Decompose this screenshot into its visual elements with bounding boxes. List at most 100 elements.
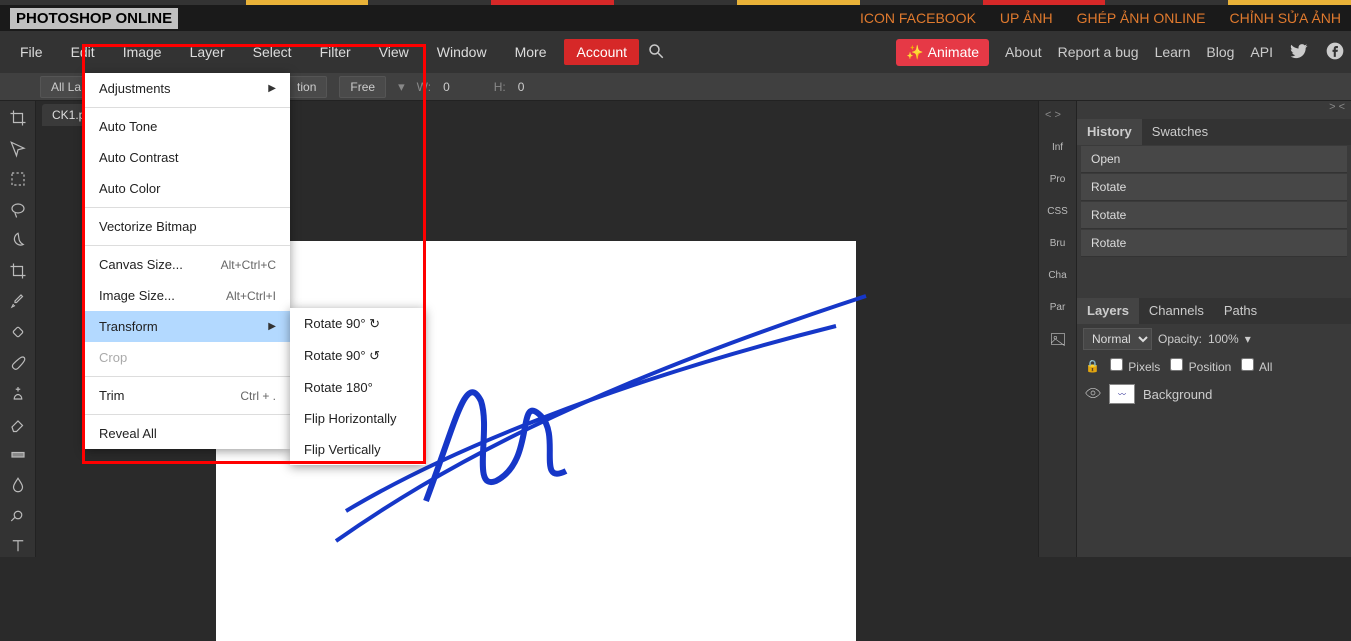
tab-channels[interactable]: Channels xyxy=(1139,298,1214,324)
move-tool-icon[interactable] xyxy=(4,138,32,161)
header-links: ICON FACEBOOK UP ẢNH GHÉP ẢNH ONLINE CHỈ… xyxy=(860,10,1341,26)
w-value[interactable]: 0 xyxy=(443,80,450,94)
rail-nav-left[interactable]: < > xyxy=(1045,109,1061,127)
search-icon[interactable] xyxy=(647,42,665,63)
history-item[interactable]: Rotate xyxy=(1081,174,1347,201)
eye-icon[interactable] xyxy=(1085,387,1101,402)
option-free[interactable]: Free xyxy=(339,76,386,98)
facebook-icon[interactable] xyxy=(1325,41,1345,64)
nav-link-up-anh[interactable]: UP ẢNH xyxy=(1000,10,1053,26)
crop2-tool-icon[interactable] xyxy=(4,260,32,283)
menu-auto-contrast[interactable]: Auto Contrast xyxy=(85,142,290,173)
site-title: PHOTOSHOP ONLINE xyxy=(10,8,178,29)
right-rail: < > Inf Pro CSS Bru Cha Par xyxy=(1038,101,1076,557)
menu-more[interactable]: More xyxy=(501,36,561,68)
rail-nav-right[interactable]: > < xyxy=(1329,101,1345,119)
nav-blog[interactable]: Blog xyxy=(1206,44,1234,60)
top-color-strip xyxy=(0,0,1351,5)
marquee-tool-icon[interactable] xyxy=(4,168,32,191)
menu-rotate-90-cw[interactable]: Rotate 90° ↻ xyxy=(290,308,425,340)
menu-canvas-size[interactable]: Canvas Size...Alt+Ctrl+C xyxy=(85,249,290,280)
type-tool-icon[interactable] xyxy=(4,534,32,557)
site-header: PHOTOSHOP ONLINE ICON FACEBOOK UP ẢNH GH… xyxy=(0,5,1351,31)
menu-filter[interactable]: Filter xyxy=(306,36,365,68)
rail-pro[interactable]: Pro xyxy=(1050,167,1066,191)
menu-flip-h[interactable]: Flip Horizontally xyxy=(290,403,425,434)
lock-all[interactable]: All xyxy=(1241,358,1272,374)
menu-flip-v[interactable]: Flip Vertically xyxy=(290,434,425,465)
h-label: H: xyxy=(494,80,506,94)
animate-button[interactable]: ✨ Animate xyxy=(896,39,989,66)
history-item[interactable]: Rotate xyxy=(1081,202,1347,229)
menu-auto-color[interactable]: Auto Color xyxy=(85,173,290,204)
twitter-icon[interactable] xyxy=(1289,41,1309,64)
history-list: Open Rotate Rotate Rotate xyxy=(1077,145,1351,258)
eyedropper-tool-icon[interactable] xyxy=(4,290,32,313)
clone-tool-icon[interactable] xyxy=(4,382,32,405)
blend-mode-select[interactable]: Normal xyxy=(1083,328,1152,350)
heal-tool-icon[interactable] xyxy=(4,321,32,344)
chevron-down-icon[interactable]: ▾ xyxy=(398,79,405,95)
right-panels: > < History Swatches Open Rotate Rotate … xyxy=(1076,101,1351,557)
rail-image-icon[interactable] xyxy=(1050,327,1066,351)
rail-bru[interactable]: Bru xyxy=(1050,231,1066,255)
menu-window[interactable]: Window xyxy=(423,36,501,68)
nav-report-bug[interactable]: Report a bug xyxy=(1058,44,1139,60)
menu-reveal-all[interactable]: Reveal All xyxy=(85,418,290,449)
menu-edit[interactable]: Edit xyxy=(57,36,109,68)
h-value[interactable]: 0 xyxy=(518,80,525,94)
quick-select-tool-icon[interactable] xyxy=(4,229,32,252)
chevron-down-icon[interactable]: ▾ xyxy=(1245,332,1251,346)
menubar: File Edit Image Layer Select Filter View… xyxy=(0,31,1351,73)
menu-trim[interactable]: TrimCtrl + . xyxy=(85,380,290,411)
lock-pixels[interactable]: Pixels xyxy=(1110,358,1160,374)
left-toolbar xyxy=(0,101,36,557)
layer-row[interactable]: 〰 Background xyxy=(1077,378,1351,410)
tab-history[interactable]: History xyxy=(1077,119,1142,145)
rail-par[interactable]: Par xyxy=(1050,295,1066,319)
dodge-tool-icon[interactable] xyxy=(4,504,32,527)
layers-panel-tabs: Layers Channels Paths xyxy=(1077,298,1351,324)
layer-thumb: 〰 xyxy=(1109,384,1135,404)
menu-image[interactable]: Image xyxy=(109,36,176,68)
menu-rotate-90-ccw[interactable]: Rotate 90° ↺ xyxy=(290,340,425,372)
menu-account[interactable]: Account xyxy=(564,39,639,65)
opacity-value[interactable]: 100% xyxy=(1208,332,1239,346)
tab-paths[interactable]: Paths xyxy=(1214,298,1267,324)
menu-adjustments[interactable]: Adjustments▶ xyxy=(85,73,290,104)
menu-auto-tone[interactable]: Auto Tone xyxy=(85,111,290,142)
w-label: W: xyxy=(417,80,431,94)
rail-inf[interactable]: Inf xyxy=(1052,135,1063,159)
menu-rotate-180[interactable]: Rotate 180° xyxy=(290,372,425,403)
layer-name[interactable]: Background xyxy=(1143,387,1212,402)
gradient-tool-icon[interactable] xyxy=(4,443,32,466)
tab-layers[interactable]: Layers xyxy=(1077,298,1139,324)
nav-link-ghep-anh[interactable]: GHÉP ẢNH ONLINE xyxy=(1077,10,1206,26)
crop-tool-icon[interactable] xyxy=(4,107,32,130)
option-tion[interactable]: tion xyxy=(286,76,327,98)
nav-link-icon-facebook[interactable]: ICON FACEBOOK xyxy=(860,10,976,26)
tab-swatches[interactable]: Swatches xyxy=(1142,119,1218,145)
rail-cha[interactable]: Cha xyxy=(1048,263,1066,287)
rail-css[interactable]: CSS xyxy=(1047,199,1068,223)
blur-tool-icon[interactable] xyxy=(4,473,32,496)
eraser-tool-icon[interactable] xyxy=(4,412,32,435)
menu-layer[interactable]: Layer xyxy=(176,36,239,68)
history-item[interactable]: Open xyxy=(1081,146,1347,173)
menu-image-size[interactable]: Image Size...Alt+Ctrl+I xyxy=(85,280,290,311)
lock-position[interactable]: Position xyxy=(1170,358,1231,374)
nav-learn[interactable]: Learn xyxy=(1155,44,1191,60)
menu-file[interactable]: File xyxy=(6,36,57,68)
image-dropdown: Adjustments▶ Auto Tone Auto Contrast Aut… xyxy=(85,73,290,449)
menu-transform[interactable]: Transform▶ xyxy=(85,311,290,342)
lasso-tool-icon[interactable] xyxy=(4,199,32,222)
nav-about[interactable]: About xyxy=(1005,44,1042,60)
nav-link-chinh-sua[interactable]: CHỈNH SỬA ẢNH xyxy=(1229,10,1341,26)
nav-api[interactable]: API xyxy=(1250,44,1273,60)
menu-select[interactable]: Select xyxy=(239,36,306,68)
history-item[interactable]: Rotate xyxy=(1081,230,1347,257)
menu-vectorize[interactable]: Vectorize Bitmap xyxy=(85,211,290,242)
brush-tool-icon[interactable] xyxy=(4,351,32,374)
chevron-right-icon: ▶ xyxy=(268,321,276,332)
menu-view[interactable]: View xyxy=(365,36,423,68)
